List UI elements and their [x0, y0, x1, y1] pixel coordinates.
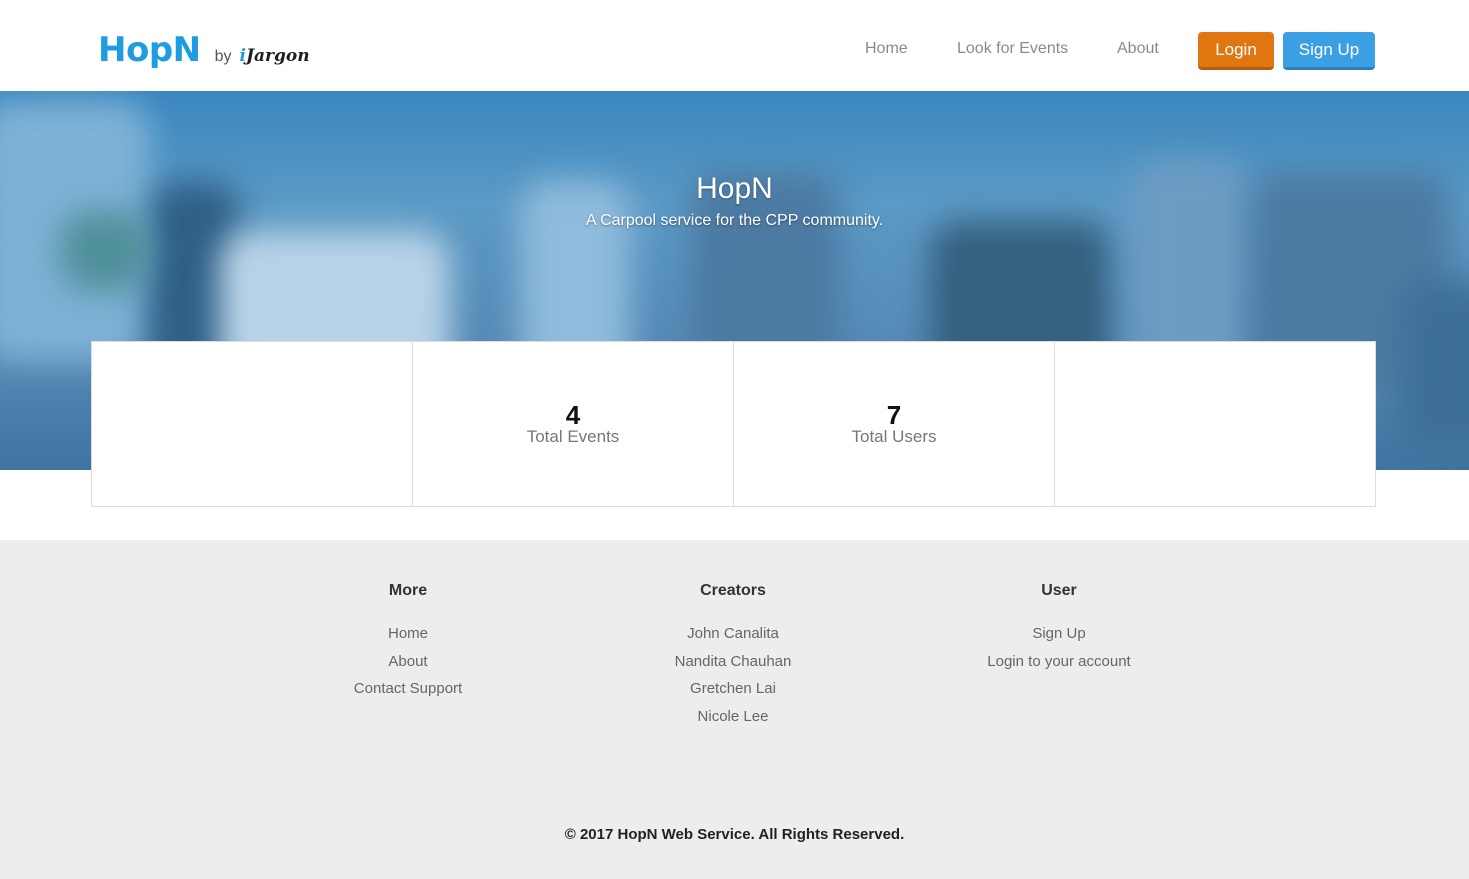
total-events-label: Total Events: [526, 427, 620, 446]
login-button[interactable]: Login: [1198, 32, 1274, 70]
total-users-label: Total Users: [851, 427, 937, 446]
nav-about-link[interactable]: About: [1117, 40, 1159, 58]
nav-home-link[interactable]: Home: [865, 40, 908, 58]
footer-creator-name[interactable]: Nandita Chauhan: [603, 648, 863, 676]
logo-wordmark: HopN: [98, 30, 201, 70]
footer-creator-name[interactable]: Gretchen Lai: [603, 675, 863, 703]
hero-title: HopN: [696, 172, 773, 205]
footer-column-creators: Creators John Canalita Nandita Chauhan G…: [603, 582, 863, 730]
stat-cell-empty-left: [92, 342, 413, 506]
nav-look-for-events-link[interactable]: Look for Events: [957, 40, 1068, 58]
footer-link-login[interactable]: Login to your account: [929, 648, 1189, 676]
stat-total-events: 4 Total Events: [413, 342, 734, 506]
site-logo[interactable]: HopN by iJargon: [98, 30, 310, 70]
footer-link-home[interactable]: Home: [278, 620, 538, 648]
stat-cell-empty-right: [1055, 342, 1375, 506]
footer-creator-name[interactable]: John Canalita: [603, 620, 863, 648]
footer-heading-user: User: [1041, 582, 1077, 599]
hero-subtitle: A Carpool service for the CPP community.: [585, 212, 884, 229]
site-footer: More Home About Contact Support Creators…: [0, 540, 1469, 879]
footer-link-contact-support[interactable]: Contact Support: [278, 675, 538, 703]
hero-background-blur: [1400, 281, 1469, 451]
logo-brand-rest: Jargon: [245, 46, 310, 66]
sign-up-button[interactable]: Sign Up: [1283, 32, 1375, 70]
footer-column-user: User Sign Up Login to your account: [929, 582, 1189, 675]
footer-link-sign-up[interactable]: Sign Up: [929, 620, 1189, 648]
footer-column-more: More Home About Contact Support: [278, 582, 538, 703]
stat-total-users: 7 Total Users: [734, 342, 1055, 506]
footer-heading-more: More: [388, 582, 428, 599]
site-header: HopN by iJargon Home Look for Events Abo…: [0, 0, 1469, 91]
copyright-text: © 2017 HopN Web Service. All Rights Rese…: [564, 826, 905, 843]
footer-creator-name[interactable]: Nicole Lee: [603, 703, 863, 731]
logo-by-text: by: [214, 48, 232, 65]
stats-panel: 4 Total Events 7 Total Users: [91, 341, 1376, 507]
footer-link-about[interactable]: About: [278, 648, 538, 676]
footer-heading-creators: Creators: [700, 582, 766, 599]
logo-brand: iJargon: [240, 46, 310, 66]
